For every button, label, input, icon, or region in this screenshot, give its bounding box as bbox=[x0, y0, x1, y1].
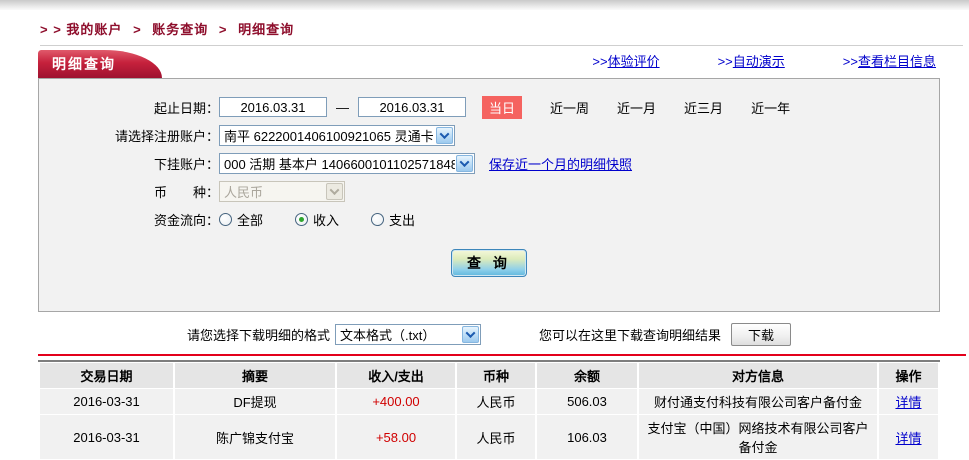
date-from-input[interactable] bbox=[219, 97, 327, 117]
quick-range-month-button[interactable]: 近一月 bbox=[617, 98, 656, 117]
registered-account-label: 请选择注册账户： bbox=[114, 128, 219, 144]
quick-range-today-button[interactable]: 当日 bbox=[482, 95, 523, 119]
col-header-balance: 余额 bbox=[537, 363, 637, 388]
cell-date: 2016-03-31 bbox=[40, 415, 173, 459]
fund-flow-label: 资金流向： bbox=[153, 212, 219, 228]
currency-label: 币 种： bbox=[153, 184, 219, 200]
radio-checked-icon bbox=[295, 212, 309, 226]
table-header-row: 交易日期 摘要 收入/支出 币种 余额 对方信息 操作 bbox=[40, 363, 938, 388]
cell-currency: 人民币 bbox=[457, 389, 535, 414]
col-header-action: 操作 bbox=[879, 363, 938, 388]
flow-radio-income[interactable]: 收入 bbox=[295, 210, 339, 229]
table-row: 2016-03-31 DF提现 +400.00 人民币 506.03 财付通支付… bbox=[40, 389, 938, 414]
main-content: 明细查询 >>体验评价 >>自动演示 >>查看栏目信息 起止日期： — 当日 近… bbox=[38, 46, 940, 347]
cell-action: 详情 bbox=[879, 415, 938, 459]
link-view-column-info[interactable]: >>查看栏目信息 bbox=[843, 51, 936, 70]
radio-icon bbox=[371, 212, 385, 226]
sub-account-row: 下挂账户： 000 活期 基本户 1406600101102571848 保存近… bbox=[39, 149, 939, 177]
sub-account-select[interactable]: 000 活期 基本户 1406600101102571848 bbox=[219, 152, 475, 174]
link-auto-demo[interactable]: >>自动演示 bbox=[718, 51, 785, 70]
save-snapshot-link[interactable]: 保存近一个月的明细快照 bbox=[489, 154, 632, 173]
currency-row: 币 种： 人民币 bbox=[39, 177, 939, 205]
breadcrumb-item-my-account[interactable]: 我的账户 bbox=[66, 22, 122, 37]
cell-summary: DF提现 bbox=[175, 389, 335, 414]
cell-counterparty: 财付通支付科技有限公司客户备付金 bbox=[639, 389, 877, 414]
download-format-select[interactable]: 文本格式（.txt） bbox=[335, 323, 481, 345]
detail-link[interactable]: 详情 bbox=[895, 431, 921, 446]
cell-date: 2016-03-31 bbox=[40, 389, 173, 414]
col-header-summary: 摘要 bbox=[175, 363, 335, 388]
col-header-currency: 币种 bbox=[457, 363, 535, 388]
results-table: 交易日期 摘要 收入/支出 币种 余额 对方信息 操作 2016-03-31 D… bbox=[38, 360, 940, 460]
cell-balance: 106.03 bbox=[537, 415, 637, 459]
download-row: 请您选择下载明细的格式 文本格式（.txt） 您可以在这里下载查询明细结果 下载 bbox=[38, 321, 940, 347]
breadcrumb-prefix: > > bbox=[40, 22, 62, 37]
radio-icon bbox=[219, 212, 232, 226]
date-range-label: 起止日期： bbox=[153, 100, 219, 116]
link-experience-review[interactable]: >>体验评价 bbox=[592, 51, 659, 70]
date-range-row: 起止日期： — 当日 近一周 近一月 近三月 近一年 bbox=[39, 93, 939, 121]
breadcrumb-separator: > bbox=[218, 22, 228, 37]
registered-account-row: 请选择注册账户： 南平 6222001406100921065 灵通卡 bbox=[39, 121, 939, 149]
cell-action: 详情 bbox=[879, 389, 938, 414]
chevron-down-icon bbox=[326, 182, 343, 200]
col-header-amount: 收入/支出 bbox=[337, 363, 455, 388]
page-top-divider bbox=[0, 0, 969, 10]
download-format-label: 请您选择下载明细的格式 bbox=[186, 327, 330, 343]
query-button-row: 查 询 bbox=[39, 249, 939, 277]
date-dash: — bbox=[336, 99, 349, 115]
cell-amount: +400.00 bbox=[337, 389, 455, 414]
top-links: >>体验评价 >>自动演示 >>查看栏目信息 bbox=[592, 51, 940, 78]
breadcrumb-item-detail-query[interactable]: 明细查询 bbox=[238, 22, 294, 37]
cell-amount: +58.00 bbox=[337, 415, 455, 459]
date-to-input[interactable] bbox=[358, 97, 466, 117]
flow-radio-all[interactable]: 全部 bbox=[219, 210, 263, 229]
cell-summary: 陈广锦支付宝 bbox=[175, 415, 335, 459]
col-header-counterparty: 对方信息 bbox=[639, 363, 877, 388]
registered-account-select[interactable]: 南平 6222001406100921065 灵通卡 bbox=[219, 124, 455, 146]
chevron-down-icon bbox=[456, 154, 473, 172]
fund-flow-row: 资金流向： 全部 收入 支出 bbox=[39, 205, 939, 233]
download-button[interactable]: 下载 bbox=[731, 322, 792, 346]
breadcrumb-item-account-query[interactable]: 账务查询 bbox=[152, 22, 208, 37]
breadcrumb: > > 我的账户 > 账务查询 > 明细查询 bbox=[0, 10, 969, 45]
quick-range-quarter-button[interactable]: 近三月 bbox=[684, 98, 723, 117]
section-header: 明细查询 >>体验评价 >>自动演示 >>查看栏目信息 bbox=[38, 46, 940, 78]
table-row: 2016-03-31 陈广锦支付宝 +58.00 人民币 106.03 支付宝（… bbox=[40, 415, 938, 459]
detail-link[interactable]: 详情 bbox=[895, 395, 921, 410]
quick-range-year-button[interactable]: 近一年 bbox=[751, 98, 790, 117]
cell-counterparty: 支付宝（中国）网络技术有限公司客户备付金 bbox=[639, 415, 877, 459]
tab-detail-query: 明细查询 bbox=[38, 50, 162, 78]
quick-range-week-button[interactable]: 近一周 bbox=[550, 98, 589, 117]
col-header-date: 交易日期 bbox=[40, 363, 173, 388]
cell-balance: 506.03 bbox=[537, 389, 637, 414]
sub-account-label: 下挂账户： bbox=[153, 156, 219, 172]
chevron-down-icon bbox=[462, 325, 479, 343]
red-divider bbox=[38, 354, 966, 356]
query-button[interactable]: 查 询 bbox=[451, 249, 527, 277]
chevron-down-icon bbox=[436, 126, 453, 144]
breadcrumb-separator: > bbox=[133, 22, 142, 37]
currency-select-disabled: 人民币 bbox=[219, 180, 345, 202]
download-result-label: 您可以在这里下载查询明细结果 bbox=[539, 327, 722, 343]
query-form-panel: 起止日期： — 当日 近一周 近一月 近三月 近一年 请选择注册账户： 南平 6… bbox=[38, 78, 940, 312]
cell-currency: 人民币 bbox=[457, 415, 535, 459]
flow-radio-expense[interactable]: 支出 bbox=[371, 210, 415, 229]
